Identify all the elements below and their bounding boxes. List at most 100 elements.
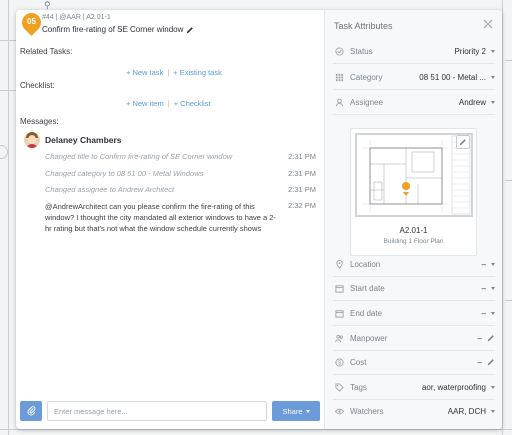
attr-start-date[interactable]: Start date – [333,276,495,301]
message-input[interactable] [47,401,267,421]
status-icon [333,45,345,57]
link-separator: | [167,68,170,77]
task-meta: #44 | @AAR | A2.01-1 [42,14,111,21]
task-pin-icon: 05 [18,10,45,37]
activity-log-item: Changed assignee to Andrew Architect [45,185,321,194]
blueprint-line [0,429,512,430]
chevron-down-icon [491,385,495,389]
cost-label: Cost [350,357,367,367]
end-date-label: End date [350,308,383,318]
attach-button[interactable] [20,401,42,421]
sheet-name: A2.01-1 [399,226,428,235]
task-number: 05 [27,17,36,26]
user-icon [333,96,345,108]
task-detail-modal: 05 #44 | @AAR | A2.01-1 Confirm fire-rat… [16,10,502,429]
messages-label: Messages: [20,117,59,126]
chevron-down-icon [491,49,495,53]
checklist-links: + New item | + Checklist [126,99,211,108]
sheet-thumbnail-card[interactable]: A2.01-1 Building 1 Floor Plan [350,128,477,256]
avatar [24,132,40,148]
eye-icon [333,406,345,418]
activity-log-text: Changed category to 08 51 00 - Metal Win… [45,169,204,178]
add-checklist-link[interactable]: + Checklist [174,99,211,108]
location-value: – [481,259,486,269]
new-item-link[interactable]: + New item [126,99,164,108]
floor-plan-drawing [356,134,472,216]
attr-location[interactable]: Location – [333,252,495,277]
attr-cost[interactable]: $ Cost – [333,350,495,375]
calendar-icon [333,282,345,294]
tag-icon [333,381,345,393]
edit-sheet-button[interactable] [456,135,470,149]
manpower-value: – [477,333,482,343]
activity-log-time: 2:31 PM [288,169,316,178]
location-label: Location [350,259,381,269]
chevron-down-icon [491,410,495,413]
edit-pencil-icon[interactable] [487,358,495,366]
attr-category[interactable]: Category 08 51 00 - Metal ... [333,65,495,90]
watchers-value: AAR, DCH [447,407,486,416]
checklist-label: Checklist: [20,81,55,90]
blueprint-line [502,0,503,435]
edit-pencil-icon [459,139,466,146]
attr-manpower[interactable]: Manpower – [333,326,495,351]
task-title[interactable]: Confirm fire-rating of SE Corner window [42,25,194,34]
svg-text:$: $ [338,360,341,366]
assignee-label: Assignee [350,97,383,107]
end-date-value: – [481,308,486,318]
attr-end-date[interactable]: End date – [333,301,495,326]
chevron-down-icon [305,409,310,413]
cost-value: – [477,357,482,367]
chevron-down-icon [491,75,495,79]
chevron-down-icon [491,311,495,315]
tags-value: aor, waterproofing [421,382,486,392]
panel-title: Task Attributes [334,21,393,31]
start-date-value: – [481,283,486,293]
start-date-label: Start date [350,283,385,293]
manpower-label: Manpower [350,333,388,343]
category-value: 08 51 00 - Metal ... [419,72,486,82]
chevron-down-icon [491,262,495,266]
share-button[interactable]: Share [272,401,320,421]
chevron-down-icon [491,286,495,290]
blueprint-line [8,0,9,435]
activity-log-item: Changed category to 08 51 00 - Metal Win… [45,169,321,178]
category-label: Category [350,72,383,82]
attr-watchers[interactable]: Watchers AAR, DCH [333,399,495,424]
edit-pencil-icon[interactable] [487,334,495,342]
link-separator: | [167,99,170,108]
attr-assignee[interactable]: Assignee Andrew [333,90,495,115]
task-title-text: Confirm fire-rating of SE Corner window [42,25,184,34]
attr-tags[interactable]: Tags aor, waterproofing [333,375,495,400]
activity-log-item: Changed title to Confirm fire-rating of … [45,152,321,161]
related-tasks-label: Related Tasks: [20,47,73,56]
attr-status[interactable]: Status Priority 2 [333,39,495,64]
watchers-label: Watchers [350,407,384,416]
status-label: Status [350,46,373,56]
dollar-icon: $ [333,356,345,368]
blueprint-circle [0,145,8,159]
location-pin-icon [333,258,345,270]
message-composer: Share [16,401,324,421]
new-task-link[interactable]: + New task [126,68,163,77]
blueprint-line [505,300,512,301]
tags-label: Tags [350,382,367,392]
paperclip-icon [27,406,35,416]
sheet-subtitle: Building 1 Floor Plan [383,238,444,245]
chevron-down-icon [491,100,495,104]
activity-log-text: Changed assignee to Andrew Architect [45,185,175,194]
edit-pencil-icon[interactable] [186,26,194,34]
task-attributes-panel: Task Attributes Status Priority 2 Catego… [324,10,502,429]
people-icon [333,332,345,344]
calendar-icon [333,307,345,319]
status-value: Priority 2 [454,46,486,56]
related-tasks-links: + New task | + Existing task [126,68,222,77]
share-button-label: Share [282,406,303,416]
activity-log-time: 2:31 PM [288,185,316,194]
close-icon[interactable] [483,19,493,29]
activity-log-time: 2:31 PM [288,152,316,161]
blueprint-line [505,180,512,181]
message-time: 2:32 PM [288,201,316,210]
existing-task-link[interactable]: + Existing task [173,68,222,77]
task-main-panel: 05 #44 | @AAR | A2.01-1 Confirm fire-rat… [16,10,324,429]
